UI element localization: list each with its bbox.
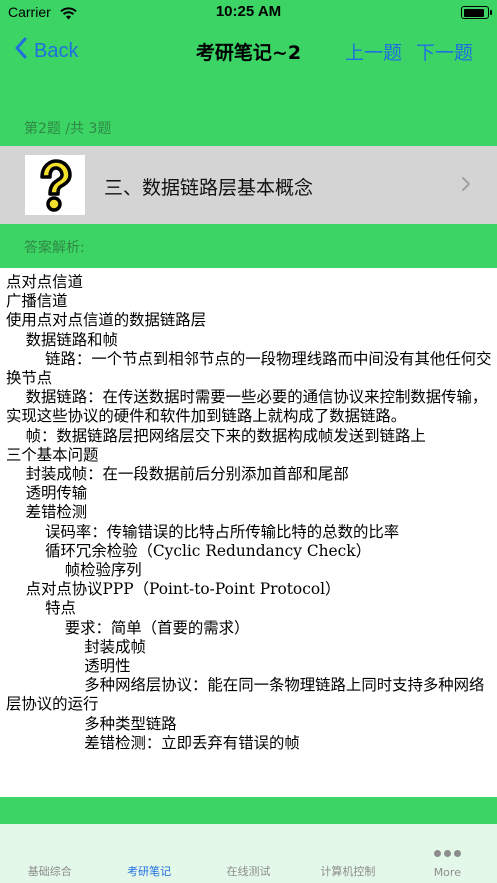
tab-bar: 基础综合 考研笔记 在线测试 计算机控制 More [0, 824, 497, 883]
content-line: 多种网络层协议：能在同一条物理链路上同时支持多种网络层协议的运行 [6, 676, 485, 714]
tab-exam-notes[interactable]: 考研笔记 [99, 824, 198, 883]
chevron-left-icon [14, 37, 34, 65]
content-line: 循环冗余检验（Cyclic Redundancy Check） [6, 541, 371, 560]
tab-label: 考研笔记 [127, 865, 172, 878]
question-mark-icon [25, 155, 85, 215]
status-time: 10:25 AM [215, 3, 282, 20]
back-label: Back [34, 39, 79, 62]
bottom-strip [0, 797, 497, 824]
tab-label: 在线测试 [226, 865, 271, 878]
content-line: 点对点信道 [6, 273, 83, 291]
content-line: 多种类型链路 [6, 714, 177, 733]
tab-label: More [433, 866, 461, 879]
content-line: 封装成帧 [6, 637, 146, 656]
content-line: 误码率：传输错误的比特占所传输比特的总数的比率 [6, 522, 400, 541]
chapter-title: 三、数据链路层基本概念 [104, 177, 314, 199]
tab-computer-control[interactable]: 计算机控制 [298, 824, 397, 883]
content-line: 要求：简单（首要的需求） [6, 618, 250, 637]
content-line: 封装成帧：在一段数据前后分别添加首部和尾部 [6, 465, 349, 484]
content-line: 透明性 [6, 657, 131, 676]
question-nav: 上一题 下一题 [345, 38, 473, 65]
next-question-button[interactable]: 下一题 [416, 38, 473, 65]
chapter-row[interactable]: 三、数据链路层基本概念 [0, 146, 497, 224]
tab-basics[interactable]: 基础综合 [0, 824, 99, 883]
answer-text: 点对点信道 广播信道 使用点对点信道的数据链路层 数据链路和帧 链路：一个节点到相邻… [6, 273, 492, 753]
content-line: 透明传输 [6, 484, 88, 503]
tab-label: 计算机控制 [320, 865, 376, 878]
content-line: 链路：一个节点到相邻节点的一段物理线路而中间没有其他任何交换节点 [6, 349, 492, 388]
tab-label: 基础综合 [27, 865, 72, 878]
answer-content: 点对点信道 广播信道 使用点对点信道的数据链路层 数据链路和帧 链路：一个节点到相邻… [6, 273, 492, 797]
content-line: 使用点对点信道的数据链路层 [6, 311, 207, 330]
content-line: 三个基本问题 [6, 445, 99, 464]
tab-more[interactable]: More [398, 824, 497, 883]
content-line: 帧检验序列 [6, 561, 142, 580]
navigation-bar: Back 考研笔记~2 上一题 下一题 [0, 24, 497, 78]
question-index: 第2题 /共 3题 [24, 121, 112, 137]
content-line: 数据链路和帧 [6, 330, 118, 349]
content-line: 数据链路：在传送数据时需要一些必要的通信协议来控制数据传输，实现这些协议的硬件和… [6, 388, 488, 426]
question-header: 第2题 /共 3题 三、数据链路层基本概念 答案解析: [0, 78, 497, 268]
content-line: 广播信道 [6, 292, 68, 311]
prev-question-button[interactable]: 上一题 [345, 38, 402, 65]
status-bar: Carrier 10:25 AM [0, 0, 497, 24]
content-line: 帧：数据链路层把网络层交下来的数据构成帧发送到链路上 [6, 426, 426, 445]
back-button[interactable]: Back [14, 36, 78, 66]
content-line: 差错检测 [6, 503, 88, 522]
answer-label: 答案解析: [24, 240, 85, 256]
battery-icon [461, 6, 492, 19]
battery-fill [463, 8, 485, 17]
ellipsis-icon [398, 842, 497, 861]
tab-online-test[interactable]: 在线测试 [199, 824, 298, 883]
chevron-right-icon [461, 176, 471, 196]
content-line: 差错检测：立即丢弃有错误的帧 [6, 733, 300, 752]
content-line: 点对点协议PPP（Point-to-Point Protocol） [6, 580, 341, 599]
content-line: 特点 [6, 599, 76, 618]
